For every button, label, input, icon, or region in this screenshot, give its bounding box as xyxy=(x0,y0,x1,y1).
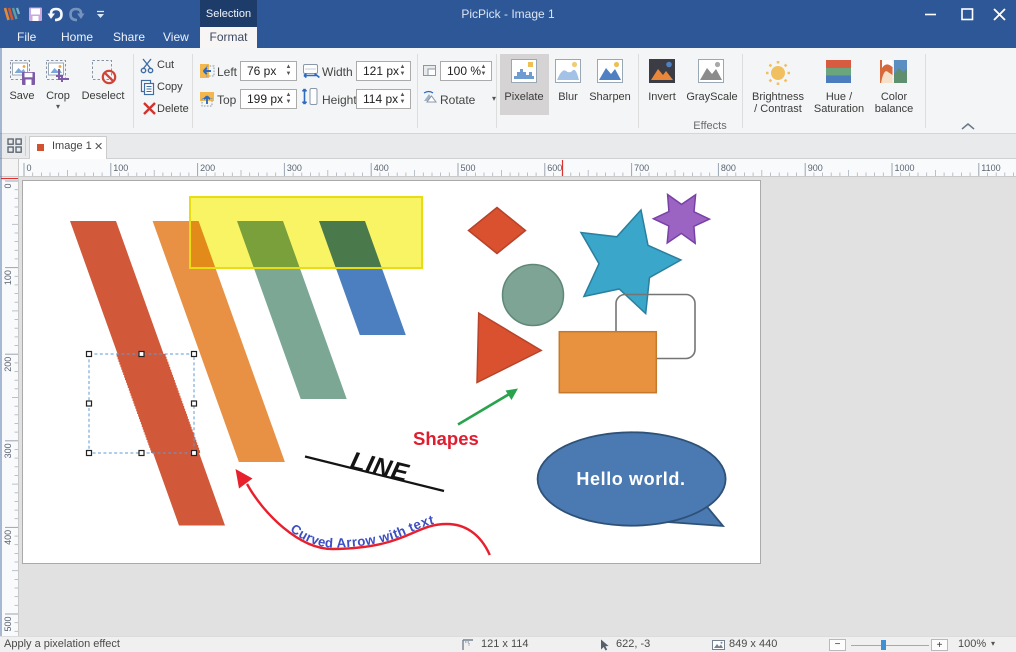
svg-text:LINE: LINE xyxy=(348,447,413,488)
svg-text:700: 700 xyxy=(634,163,649,173)
svg-text:1100: 1100 xyxy=(981,163,1000,173)
svg-text:100: 100 xyxy=(3,270,13,285)
svg-text:400: 400 xyxy=(3,530,13,545)
svg-text:Shapes: Shapes xyxy=(413,428,479,449)
svg-text:100: 100 xyxy=(113,163,128,173)
svg-text:300: 300 xyxy=(287,163,302,173)
svg-text:0: 0 xyxy=(3,184,13,189)
svg-text:900: 900 xyxy=(808,163,823,173)
svg-text:200: 200 xyxy=(3,357,13,372)
svg-text:Curved Arrow with text: Curved Arrow with text xyxy=(288,512,436,551)
svg-text:800: 800 xyxy=(721,163,736,173)
svg-text:Hello world.: Hello world. xyxy=(576,469,685,489)
svg-text:200: 200 xyxy=(200,163,215,173)
svg-text:500: 500 xyxy=(3,617,13,632)
svg-text:0: 0 xyxy=(27,163,32,173)
svg-text:600: 600 xyxy=(547,163,562,173)
svg-text:400: 400 xyxy=(374,163,389,173)
svg-text:300: 300 xyxy=(3,443,13,458)
svg-text:1000: 1000 xyxy=(895,163,915,173)
svg-text:500: 500 xyxy=(461,163,476,173)
